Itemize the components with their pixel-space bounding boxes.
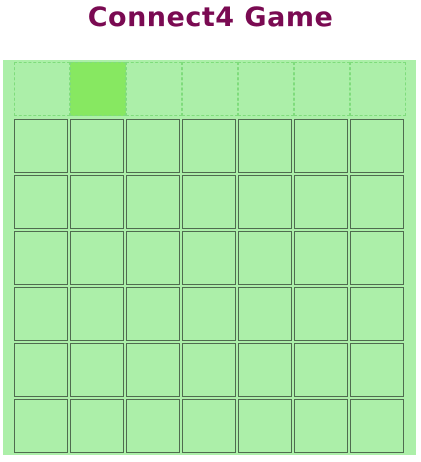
board-cell[interactable] xyxy=(294,287,348,341)
board-cell[interactable] xyxy=(182,119,236,173)
drop-column-4[interactable] xyxy=(182,62,238,116)
board-cell[interactable] xyxy=(294,231,348,285)
board-cell[interactable] xyxy=(182,399,236,453)
drop-column-7[interactable] xyxy=(350,62,406,116)
board-cell[interactable] xyxy=(70,175,124,229)
board-cell[interactable] xyxy=(182,231,236,285)
board-cell[interactable] xyxy=(294,399,348,453)
board-cell[interactable] xyxy=(182,287,236,341)
board-cell[interactable] xyxy=(238,287,292,341)
drop-column-2[interactable] xyxy=(70,62,126,116)
board-cell[interactable] xyxy=(126,119,180,173)
game-board xyxy=(3,60,416,455)
page-title: Connect4 Game xyxy=(87,2,334,33)
board-cell[interactable] xyxy=(350,343,404,397)
board-cell[interactable] xyxy=(70,231,124,285)
board-cell[interactable] xyxy=(70,399,124,453)
board-cell[interactable] xyxy=(126,231,180,285)
drop-row xyxy=(14,62,406,116)
board-cell[interactable] xyxy=(350,119,404,173)
drop-column-1[interactable] xyxy=(14,62,70,116)
board-cell[interactable] xyxy=(14,399,68,453)
board-cell[interactable] xyxy=(294,119,348,173)
board-cell[interactable] xyxy=(14,175,68,229)
board-cell[interactable] xyxy=(238,175,292,229)
board-cell[interactable] xyxy=(14,119,68,173)
board-cell[interactable] xyxy=(350,231,404,285)
board-cell[interactable] xyxy=(70,343,124,397)
board-cell[interactable] xyxy=(70,119,124,173)
drop-column-5[interactable] xyxy=(238,62,294,116)
board-cell[interactable] xyxy=(126,287,180,341)
drop-column-3[interactable] xyxy=(126,62,182,116)
board-cell[interactable] xyxy=(238,231,292,285)
board-cell[interactable] xyxy=(14,231,68,285)
board-cell[interactable] xyxy=(70,287,124,341)
board-cell[interactable] xyxy=(182,175,236,229)
board-grid xyxy=(14,119,406,453)
board-cell[interactable] xyxy=(126,343,180,397)
board-cell[interactable] xyxy=(350,399,404,453)
board-cell[interactable] xyxy=(182,343,236,397)
board-cell[interactable] xyxy=(238,399,292,453)
board-cell[interactable] xyxy=(14,343,68,397)
board-cell[interactable] xyxy=(126,399,180,453)
drop-column-6[interactable] xyxy=(294,62,350,116)
board-cell[interactable] xyxy=(238,343,292,397)
board-cell[interactable] xyxy=(126,175,180,229)
board-cell[interactable] xyxy=(294,343,348,397)
board-cell[interactable] xyxy=(14,287,68,341)
board-cell[interactable] xyxy=(350,287,404,341)
board-cell[interactable] xyxy=(238,119,292,173)
board-cell[interactable] xyxy=(294,175,348,229)
board-cell[interactable] xyxy=(350,175,404,229)
